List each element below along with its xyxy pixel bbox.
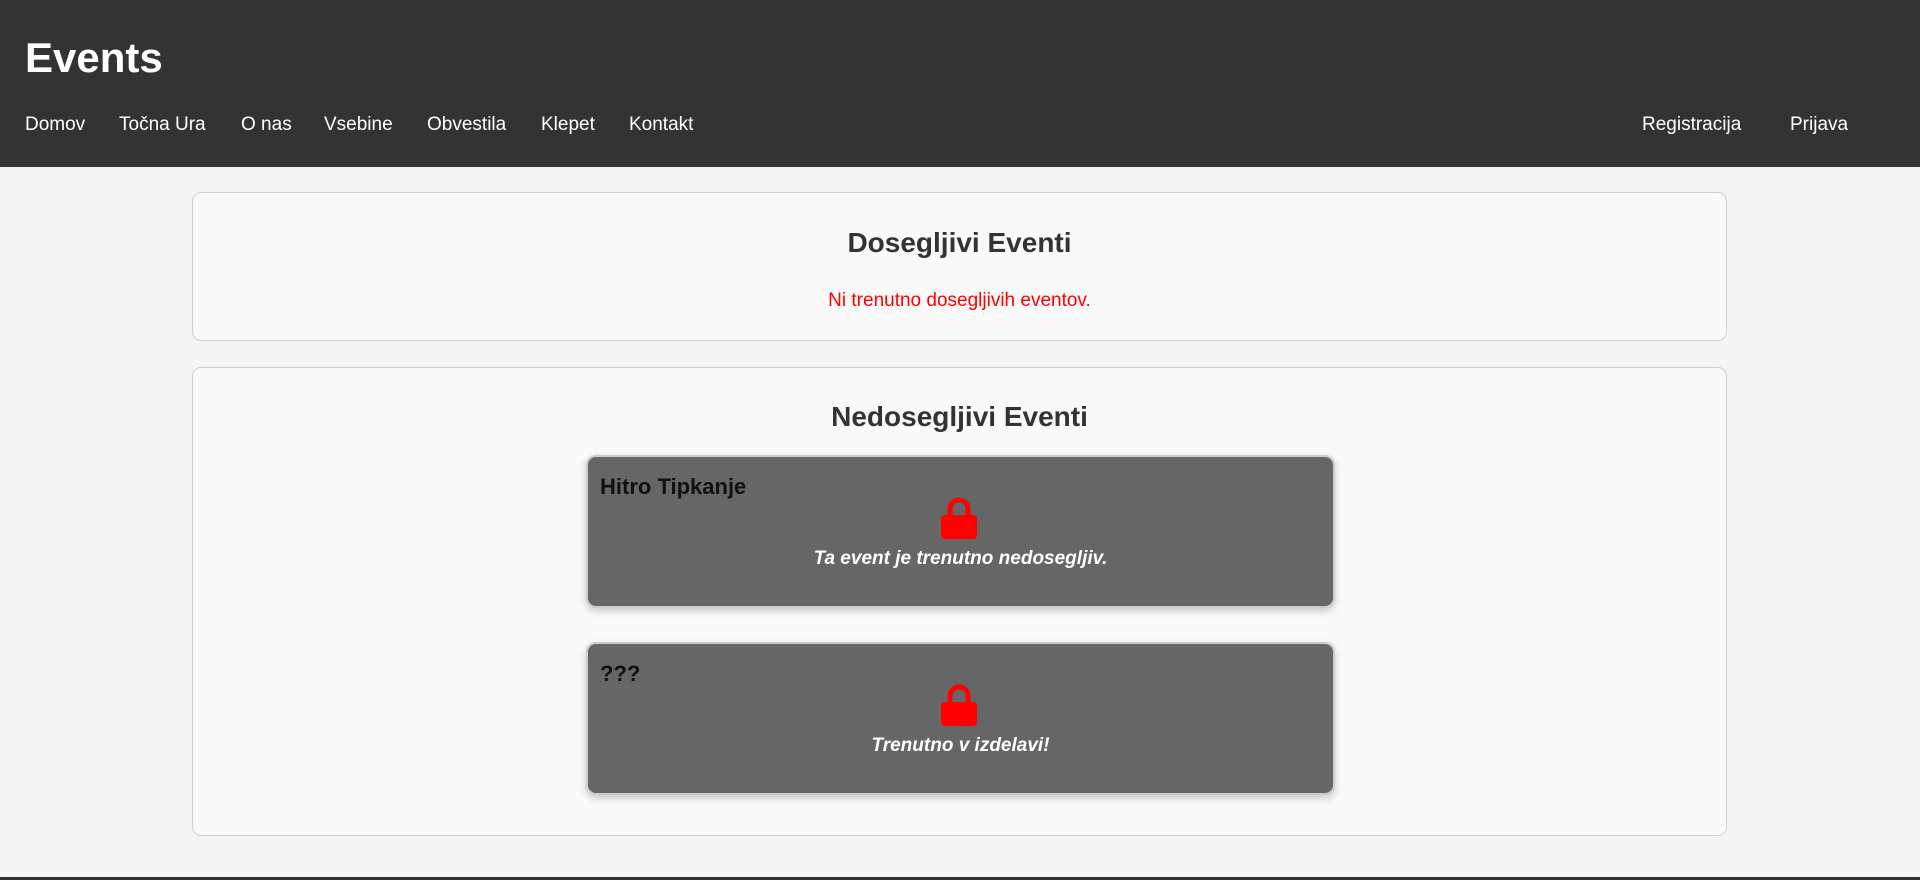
nav-klepet[interactable]: Klepet	[541, 114, 595, 136]
nav-domov[interactable]: Domov	[25, 114, 85, 136]
event-status-message: Trenutno v izdelavi!	[871, 735, 1050, 756]
event-card: ??? Trenutno v izdelavi!	[586, 642, 1335, 795]
lock-icon	[941, 497, 977, 539]
event-status-message: Ta event je trenutno nedosegljiv.	[813, 548, 1108, 569]
available-events-title: Dosegljivi Eventi	[847, 227, 1072, 258]
event-name: ???	[600, 661, 641, 686]
available-events-panel: Dosegljivi Eventi Ni trenutno dosegljivi…	[192, 192, 1727, 341]
no-events-message: Ni trenutno dosegljivih eventov.	[828, 290, 1091, 311]
nav-vsebine[interactable]: Vsebine	[324, 114, 393, 136]
nav-prijava[interactable]: Prijava	[1790, 114, 1848, 136]
nav-tocna-ura[interactable]: Točna Ura	[119, 114, 206, 136]
nav-o-nas[interactable]: O nas	[241, 114, 292, 136]
nav-registracija[interactable]: Registracija	[1642, 114, 1741, 136]
event-name: Hitro Tipkanje	[600, 474, 747, 499]
site-title: Events	[25, 34, 163, 81]
lock-icon	[941, 684, 977, 726]
unavailable-events-title: Nedosegljivi Eventi	[831, 401, 1088, 432]
site-header: Events Domov Točna Ura O nas Vsebine Obv…	[0, 0, 1920, 167]
nav-obvestila[interactable]: Obvestila	[427, 114, 506, 136]
nav-kontakt[interactable]: Kontakt	[629, 114, 693, 136]
unavailable-events-panel: Nedosegljivi Eventi Hitro Tipkanje Ta ev…	[192, 367, 1727, 836]
event-card: Hitro Tipkanje Ta event je trenutno nedo…	[586, 455, 1335, 608]
